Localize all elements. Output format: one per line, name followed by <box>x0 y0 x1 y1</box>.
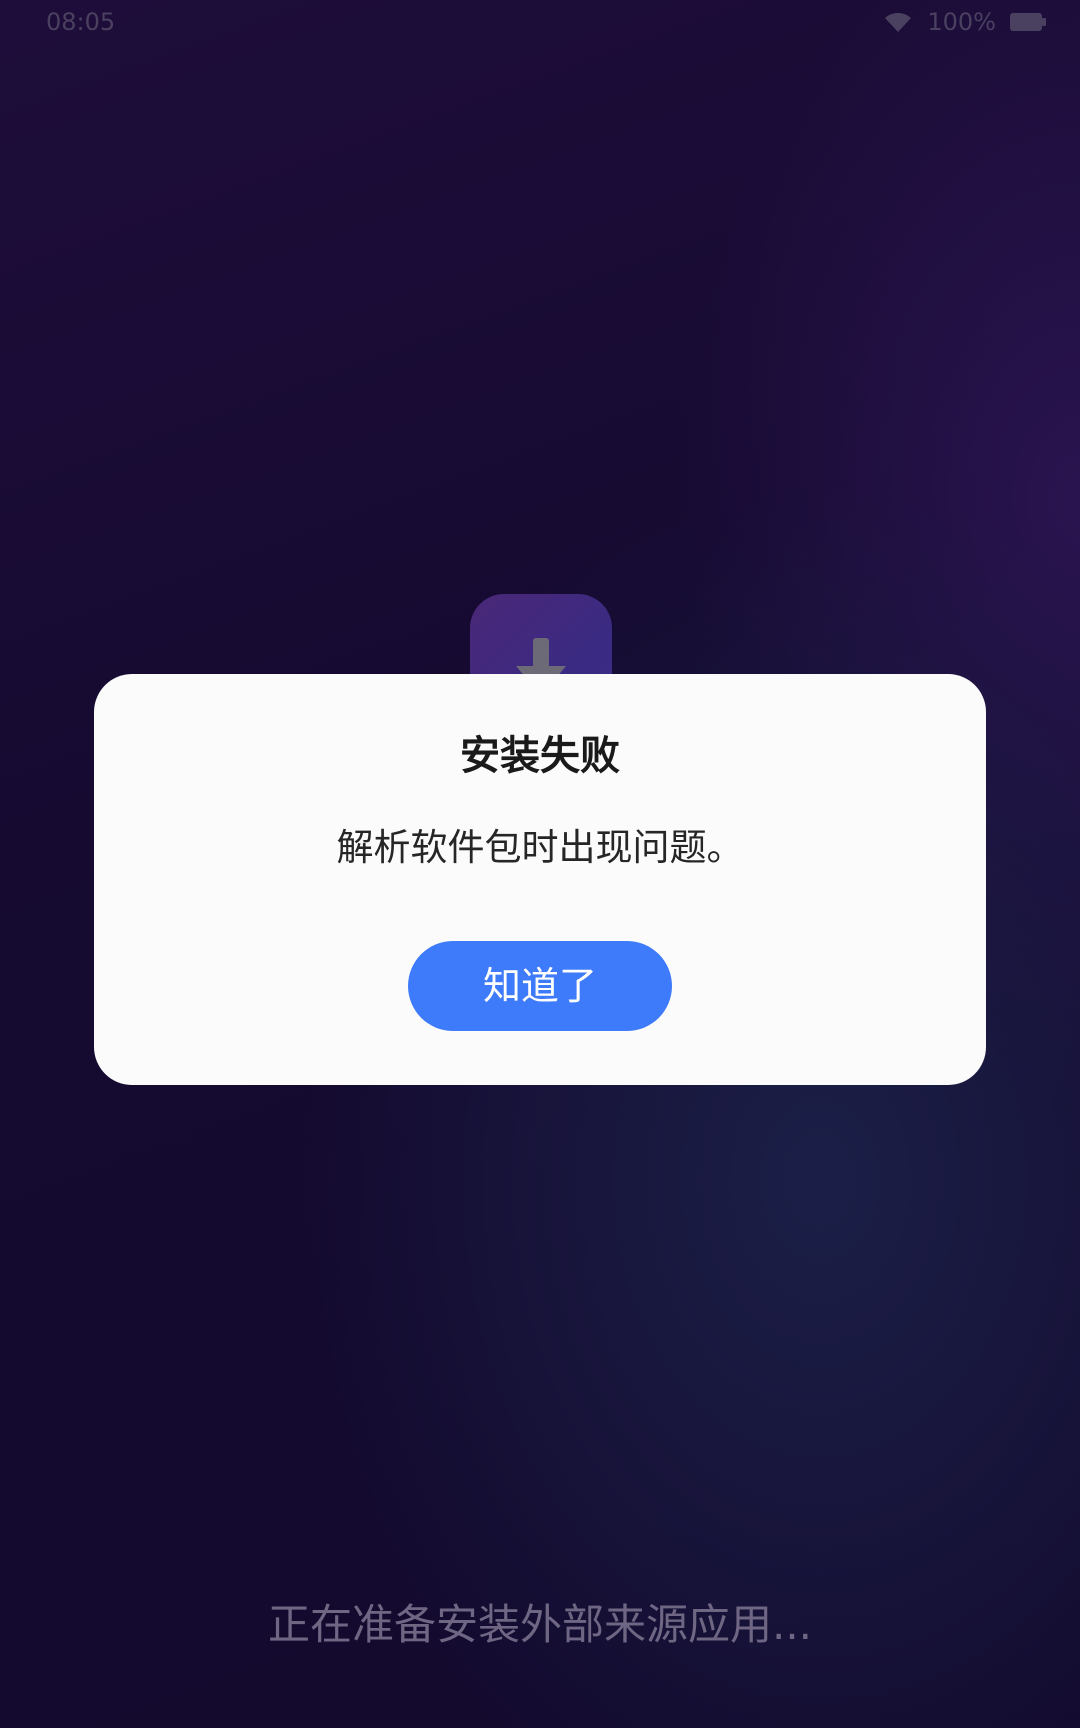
preparing-install-status: 正在准备安装外部来源应用... <box>267 1600 813 1649</box>
battery-percentage: 100% <box>927 8 996 36</box>
battery-icon <box>1010 13 1046 31</box>
dialog-message: 解析软件包时出现问题。 <box>336 826 744 869</box>
install-failed-dialog: 安装失败 解析软件包时出现问题。 知道了 <box>94 674 986 1085</box>
dialog-title: 安装失败 <box>460 733 620 779</box>
ok-button[interactable]: 知道了 <box>408 941 672 1031</box>
status-indicators: 100% <box>883 8 1046 36</box>
status-bar: 08:05 100% <box>0 0 1080 44</box>
wifi-icon <box>885 12 912 32</box>
status-time: 08:05 <box>46 8 116 36</box>
